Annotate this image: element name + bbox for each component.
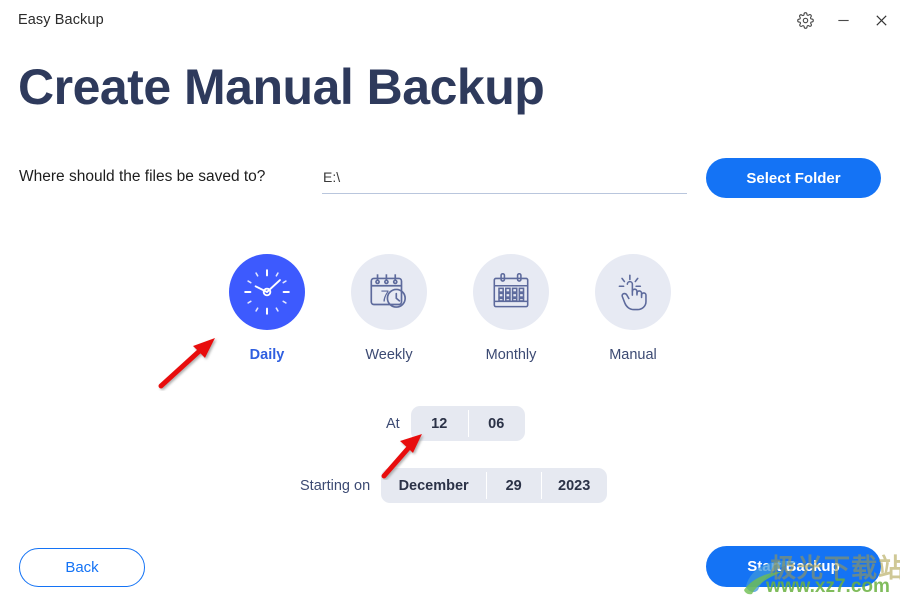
page-title: Create Manual Backup (18, 59, 545, 115)
back-button[interactable]: Back (19, 548, 145, 587)
gear-icon[interactable] (786, 1, 824, 39)
clock-icon (229, 254, 305, 330)
title-bar: Easy Backup (0, 0, 900, 40)
start-backup-button[interactable]: Start Backup (706, 546, 881, 587)
app-title: Easy Backup (18, 12, 104, 28)
time-picker[interactable]: 12 06 (410, 406, 525, 441)
schedule-option-label: Monthly (485, 347, 537, 363)
time-picker-row: At 12 06 (386, 406, 525, 441)
schedule-options: Daily 7 Weekly Monthly Manual (0, 254, 900, 363)
date-picker-row: Starting on December 29 2023 (300, 468, 608, 503)
hand-tap-icon (595, 254, 671, 330)
date-day-segment[interactable]: 29 (486, 468, 541, 503)
schedule-option-label: Daily (249, 347, 285, 363)
select-folder-button[interactable]: Select Folder (706, 158, 881, 198)
window-controls (786, 0, 900, 40)
date-picker[interactable]: December 29 2023 (381, 468, 608, 503)
destination-label: Where should the files be saved to? (19, 168, 266, 185)
schedule-option-daily[interactable]: Daily (206, 254, 328, 363)
calendar-week-icon: 7 (351, 254, 427, 330)
time-minute-segment[interactable]: 06 (467, 406, 525, 441)
destination-path-input[interactable] (322, 164, 687, 194)
calendar-month-icon (473, 254, 549, 330)
time-picker-label: At (386, 415, 400, 432)
schedule-option-manual[interactable]: Manual (572, 254, 694, 363)
time-hour-segment[interactable]: 12 (411, 406, 468, 441)
minimize-icon[interactable] (824, 1, 862, 39)
schedule-option-label: Manual (609, 347, 657, 363)
date-picker-label: Starting on (300, 477, 371, 494)
date-month-segment[interactable]: December (381, 468, 486, 503)
schedule-option-weekly[interactable]: 7 Weekly (328, 254, 450, 363)
schedule-option-label: Weekly (365, 347, 413, 363)
schedule-option-monthly[interactable]: Monthly (450, 254, 572, 363)
date-year-segment[interactable]: 2023 (541, 468, 607, 503)
close-icon[interactable] (862, 1, 900, 39)
destination-row: Where should the files be saved to? Sele… (0, 158, 900, 198)
